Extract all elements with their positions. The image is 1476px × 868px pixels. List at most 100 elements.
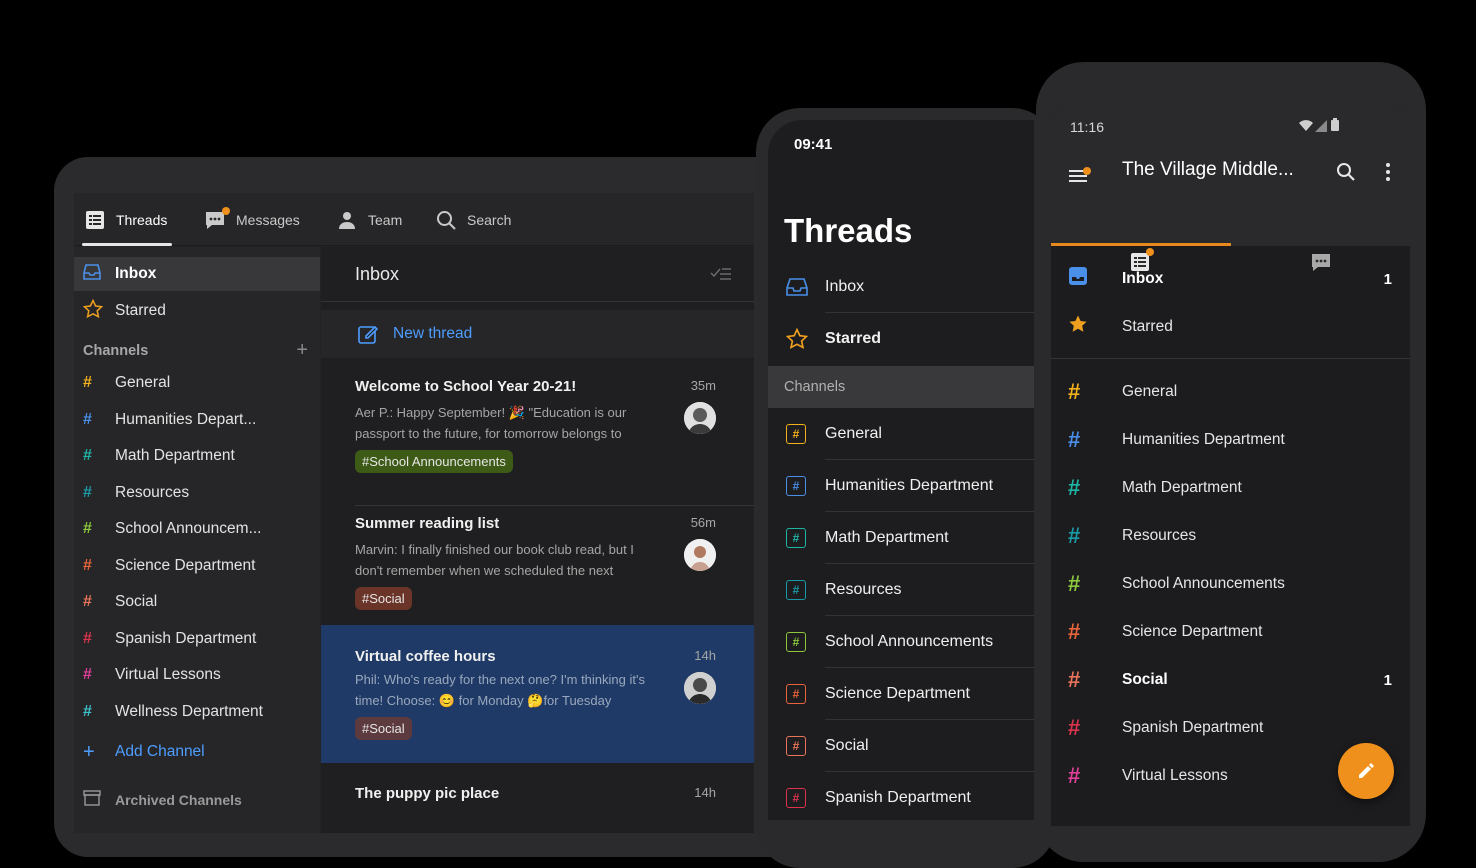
thread-title: Welcome to School Year 20-21! — [355, 378, 577, 395]
hash-icon: # — [83, 556, 92, 574]
android-screen: 11:16 The Village Middle... Inbox 1 Star… — [1051, 106, 1410, 826]
android-channel-item[interactable]: # Math Department — [1051, 464, 1410, 512]
channel-label: Social — [825, 737, 869, 754]
sidebar-channel-item[interactable]: # Humanities Depart... — [74, 403, 320, 437]
notification-dot — [222, 206, 230, 215]
thread-time: 35m — [690, 378, 716, 393]
menu-icon[interactable] — [1069, 167, 1091, 189]
android-channel-item[interactable]: # Resources — [1051, 512, 1410, 560]
channel-label: Virtual Lessons — [1122, 767, 1228, 784]
channel-label: Math Department — [1122, 479, 1242, 496]
hash-icon: # — [786, 528, 806, 548]
android-channel-item[interactable]: # General — [1051, 368, 1410, 416]
compose-icon — [357, 323, 379, 345]
inbox-icon — [786, 277, 825, 297]
thread-row[interactable]: Summer reading list 56m Marvin: I finall… — [321, 507, 754, 643]
unread-count: 1 — [1383, 671, 1392, 689]
team-icon — [336, 209, 358, 231]
sidebar-channel-item[interactable]: # School Announcem... — [74, 512, 320, 546]
android-channel-item[interactable]: # Science Department — [1051, 608, 1410, 656]
star-icon — [1068, 314, 1122, 340]
channel-label: Science Department — [115, 556, 256, 574]
sidebar-channel-item[interactable]: # Resources — [74, 476, 320, 510]
channel-tag[interactable]: #Social — [355, 587, 412, 610]
iphone-item-inbox[interactable]: Inbox — [768, 261, 1034, 313]
compose-fab[interactable] — [1338, 743, 1394, 799]
status-bar: 11:16 — [1051, 106, 1410, 146]
pencil-icon — [1359, 763, 1374, 778]
hash-icon: # — [83, 374, 92, 391]
more-vert-icon[interactable] — [1385, 162, 1391, 187]
search-icon[interactable] — [1336, 162, 1356, 187]
new-thread-button[interactable]: New thread — [321, 310, 754, 358]
iphone-channel-item[interactable]: # School Announcements — [768, 616, 1034, 668]
thread-time: 14h — [694, 785, 716, 800]
iphone-channel-item[interactable]: # General — [768, 408, 1034, 460]
plus-icon: + — [83, 740, 95, 763]
sidebar-channel-item[interactable]: # Spanish Department — [74, 622, 320, 656]
battery-icon — [1331, 118, 1339, 136]
hash-icon: # — [83, 702, 92, 720]
sidebar-item-label: Starred — [115, 302, 166, 319]
app-title: The Village Middle... — [1122, 159, 1294, 180]
sidebar-channel-item[interactable]: # Science Department — [74, 549, 320, 583]
iphone-channel-item[interactable]: # Humanities Department — [768, 460, 1034, 512]
thread-title: Virtual coffee hours — [355, 648, 496, 665]
hash-icon: # — [786, 476, 806, 496]
tab-threads[interactable]: Threads — [84, 193, 167, 246]
sidebar-channel-item[interactable]: # Math Department — [74, 439, 320, 473]
channel-tag[interactable]: #Social — [355, 717, 412, 740]
divider — [1051, 358, 1410, 359]
iphone-item-starred[interactable]: Starred — [768, 313, 1034, 365]
sidebar-item-inbox[interactable]: Inbox — [74, 257, 320, 291]
avatar — [684, 402, 716, 434]
android-channel-item[interactable]: # Social 1 — [1051, 656, 1410, 704]
android-channel-item[interactable]: # Humanities Department — [1051, 416, 1410, 464]
pane-title: Inbox — [355, 264, 400, 284]
iphone-channel-item[interactable]: # Spanish Department — [768, 772, 1034, 820]
add-channel-label: Add Channel — [115, 743, 205, 760]
signal-icon — [1315, 119, 1327, 137]
android-item-inbox[interactable]: Inbox 1 — [1051, 255, 1410, 303]
iphone-channel-item[interactable]: # Science Department — [768, 668, 1034, 720]
sidebar-channel-item[interactable]: # General — [74, 366, 320, 400]
unread-count: 1 — [1383, 270, 1392, 288]
add-channel-button[interactable]: + Add Channel — [74, 735, 320, 769]
thread-row[interactable]: Welcome to School Year 20-21! 35m Aer P.… — [321, 370, 754, 506]
iphone-channel-item[interactable]: # Math Department — [768, 512, 1034, 564]
sidebar: Inbox Starred Channels + # General # Humani… — [74, 247, 320, 833]
hash-icon: # — [786, 632, 806, 652]
archived-channels-label: Archived Channels — [115, 792, 242, 808]
channel-label: Wellness Department — [115, 702, 263, 720]
tab-messages-label: Messages — [236, 211, 300, 228]
tab-team-label: Team — [368, 211, 403, 228]
android-channel-item[interactable]: # School Announcements — [1051, 560, 1410, 608]
iphone-item-label: Inbox — [825, 278, 865, 295]
tab-search[interactable]: Search — [435, 193, 511, 246]
hash-icon: # — [786, 684, 806, 704]
inbox-icon — [1068, 266, 1122, 292]
channel-label: General — [825, 425, 882, 442]
add-channel-plus-icon[interactable]: + — [296, 340, 308, 360]
hash-icon: # — [1068, 475, 1081, 500]
sidebar-item-starred[interactable]: Starred — [74, 294, 320, 328]
sidebar-channel-item[interactable]: # Social — [74, 585, 320, 619]
channel-tag[interactable]: #School Announcements — [355, 450, 513, 473]
tab-messages[interactable]: Messages — [204, 193, 300, 246]
mark-all-read-icon[interactable] — [710, 265, 732, 286]
thread-row[interactable]: The puppy pic place 14h — [321, 763, 754, 833]
tab-threads-label: Threads — [116, 211, 168, 228]
threads-icon — [84, 209, 106, 231]
iphone-channel-item[interactable]: # Resources — [768, 564, 1034, 616]
android-item-starred[interactable]: Starred — [1051, 303, 1410, 351]
sidebar-channel-item[interactable]: # Virtual Lessons — [74, 658, 320, 692]
tab-team[interactable]: Team — [336, 193, 402, 246]
sidebar-channel-item[interactable]: # Wellness Department — [74, 695, 320, 729]
channel-label: School Announcements — [1122, 575, 1285, 592]
thread-row-selected[interactable]: Virtual coffee hours 14h Phil: Who's rea… — [321, 625, 754, 763]
channel-label: Humanities Department — [825, 477, 994, 494]
iphone-channel-item[interactable]: # Social — [768, 720, 1034, 772]
channel-label: Humanities Department — [1122, 431, 1285, 448]
thread-time: 14h — [694, 648, 716, 663]
page-title: Threads — [784, 212, 913, 249]
